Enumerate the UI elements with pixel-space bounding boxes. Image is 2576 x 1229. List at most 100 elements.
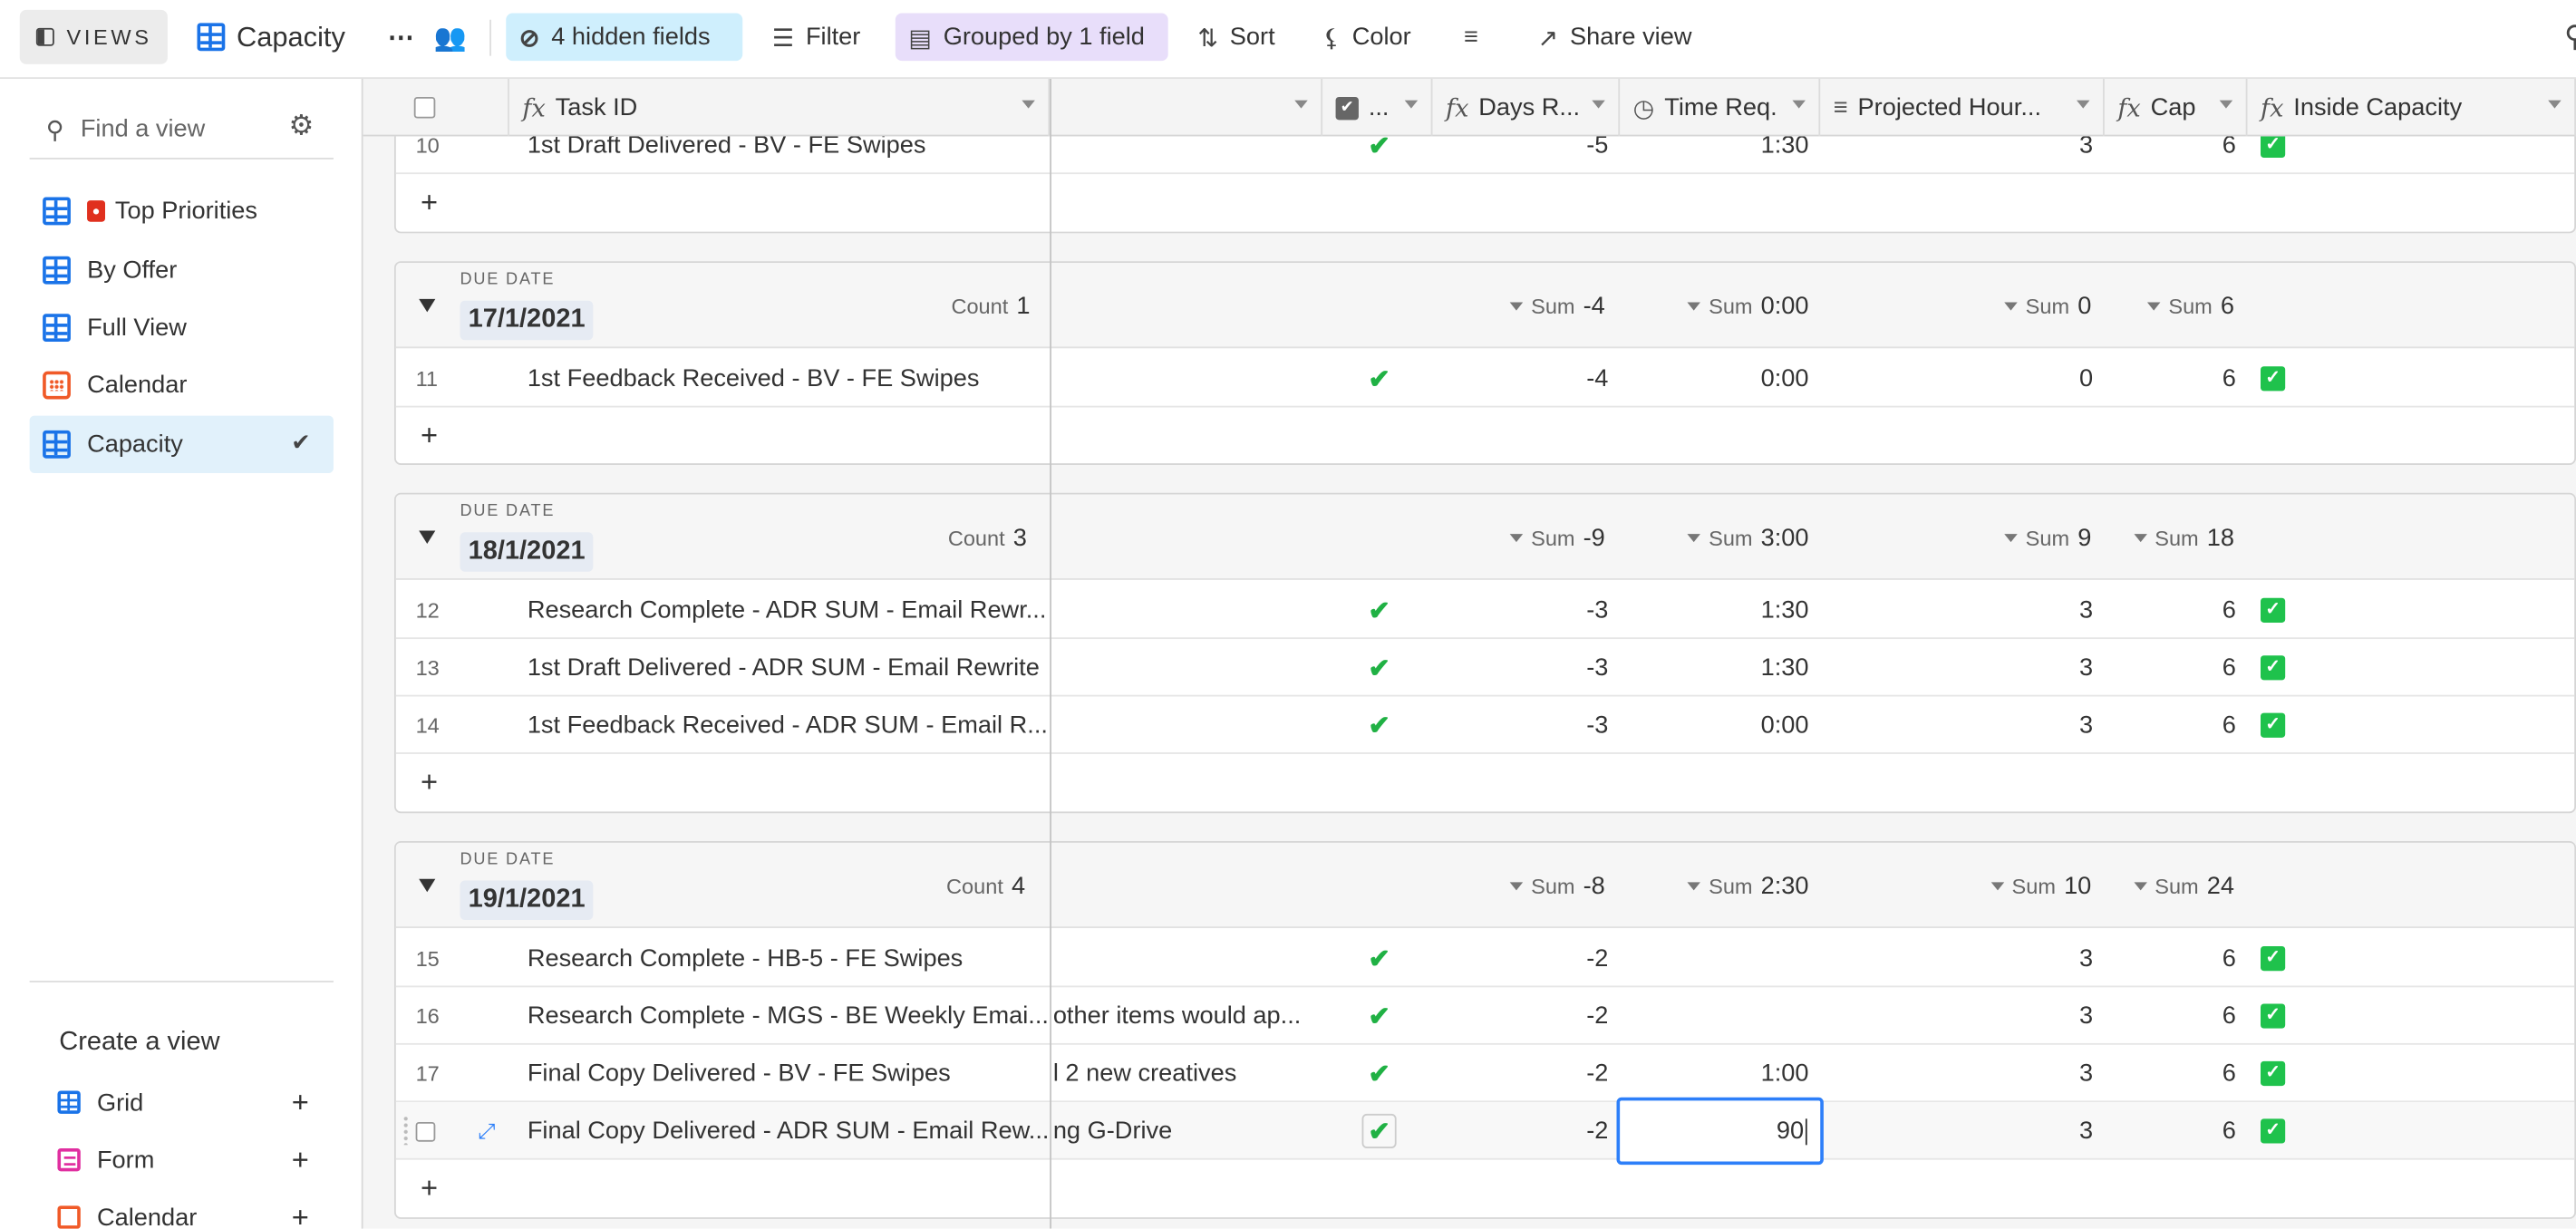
task-id-cell[interactable]: 1st Draft Delivered - ADR SUM - Email Re…: [528, 639, 1050, 696]
task-id-cell[interactable]: Research Complete - MGS - BE Weekly Emai…: [528, 987, 1050, 1044]
color-button[interactable]: ⚸ Color: [1310, 14, 1425, 62]
collapse-triangle-icon[interactable]: [419, 298, 436, 313]
sum-time[interactable]: Sum 2:30: [1674, 872, 1809, 900]
time-req-cell[interactable]: 1:00: [1622, 1045, 1822, 1102]
task-id-cell[interactable]: Final Copy Delivered - ADR SUM - Email R…: [528, 1102, 1050, 1159]
chevron-down-icon[interactable]: [1792, 100, 1806, 109]
days-remaining-cell[interactable]: -2: [1434, 1045, 1622, 1102]
sidebar-item-full-view[interactable]: Full View: [30, 299, 334, 356]
cap-cell[interactable]: 6: [2106, 930, 2250, 987]
expand-record-button[interactable]: ⤢: [478, 1102, 510, 1159]
time-req-cell[interactable]: 1:30: [1622, 639, 1822, 696]
group-header[interactable]: DUE DATE 18/1/2021 Count 3 Sum -9 Sum 3:00 …: [395, 494, 2575, 580]
row-checkbox[interactable]: [415, 1121, 436, 1141]
inside-capacity-cell[interactable]: ✓: [2261, 930, 2327, 987]
frozen-column-divider[interactable]: [1050, 79, 1051, 1229]
done-cell[interactable]: ✔: [1324, 930, 1434, 987]
task-id-cell[interactable]: Research Complete - HB-5 - FE Swipes: [528, 930, 1050, 987]
select-all-checkbox[interactable]: [413, 96, 436, 119]
time-req-cell[interactable]: 0:00: [1622, 350, 1822, 407]
table-row[interactable]: 14 1st Feedback Received - ADR SUM - Ema…: [395, 697, 2575, 754]
cap-cell[interactable]: 6: [2106, 639, 2250, 696]
plus-icon[interactable]: +: [421, 408, 438, 464]
chevron-down-icon[interactable]: [1022, 100, 1035, 109]
chevron-down-icon[interactable]: [2219, 100, 2233, 109]
days-remaining-cell[interactable]: -3: [1434, 639, 1622, 696]
column-header-notes[interactable]: [1051, 79, 1323, 137]
cap-cell[interactable]: 6: [2106, 987, 2250, 1044]
add-row[interactable]: +: [396, 1160, 2574, 1217]
projected-hours-cell[interactable]: 3: [1822, 1102, 2106, 1159]
plus-icon[interactable]: +: [421, 174, 438, 231]
sum-cap[interactable]: Sum 24: [2127, 872, 2234, 900]
done-cell[interactable]: ✔: [1324, 1045, 1434, 1102]
notes-cell[interactable]: l 2 new creatives: [1053, 1045, 1324, 1102]
plus-icon[interactable]: +: [421, 1160, 438, 1217]
column-header-projected-hours[interactable]: ≡ Projected Hour...: [1820, 79, 2105, 137]
sort-button[interactable]: ⇅ Sort: [1185, 14, 1288, 62]
column-header-inside-capacity[interactable]: fx Inside Capacity: [2248, 79, 2576, 137]
projected-hours-cell[interactable]: 3: [1822, 639, 2106, 696]
add-row[interactable]: +: [396, 408, 2574, 464]
drag-handle-icon[interactable]: [402, 1115, 410, 1146]
group-button[interactable]: ▤ Grouped by 1 field: [895, 13, 1168, 62]
sum-days[interactable]: Sum -9: [1506, 524, 1605, 552]
views-toggle-button[interactable]: VIEWS: [19, 9, 168, 64]
chevron-down-icon[interactable]: [1592, 100, 1605, 109]
sum-projected[interactable]: Sum 10: [1983, 872, 2091, 900]
column-header-days-remaining[interactable]: fx Days R...: [1433, 79, 1621, 137]
projected-hours-cell[interactable]: 3: [1822, 1045, 2106, 1102]
cap-cell[interactable]: 6: [2106, 582, 2250, 639]
sum-projected[interactable]: Sum 9: [1996, 524, 2091, 552]
time-req-cell[interactable]: 0:00: [1622, 697, 1822, 754]
add-row[interactable]: +: [396, 754, 2574, 811]
notes-cell[interactable]: ng G-Drive: [1053, 1102, 1324, 1159]
gear-icon[interactable]: ⚙: [289, 110, 315, 142]
column-header-done[interactable]: ✔ ...: [1322, 79, 1433, 137]
table-row[interactable]: 16 Research Complete - MGS - BE Weekly E…: [395, 987, 2575, 1045]
done-cell[interactable]: ✔: [1324, 1102, 1434, 1159]
projected-hours-cell[interactable]: 0: [1822, 350, 2106, 407]
create-form-view-button[interactable]: Form +: [30, 1135, 334, 1184]
inside-capacity-cell[interactable]: ✓: [2261, 582, 2327, 639]
sum-time[interactable]: Sum 0:00: [1674, 293, 1809, 320]
checkbox[interactable]: ✔: [1361, 1113, 1397, 1148]
time-req-edit-input[interactable]: 90: [1616, 1097, 1824, 1166]
projected-hours-cell[interactable]: 3: [1822, 697, 2106, 754]
chevron-down-icon[interactable]: [1294, 100, 1308, 109]
table-row[interactable]: 13 1st Draft Delivered - ADR SUM - Email…: [395, 639, 2575, 697]
sum-cap[interactable]: Sum 6: [2129, 293, 2234, 320]
sum-days[interactable]: Sum -8: [1506, 872, 1605, 900]
collaborators-button[interactable]: 👥: [421, 14, 479, 62]
sidebar-item-by-offer[interactable]: By Offer: [30, 241, 334, 298]
sum-days[interactable]: Sum -4: [1506, 293, 1605, 320]
sidebar-item-capacity[interactable]: Capacity ✔: [29, 415, 334, 473]
days-remaining-cell[interactable]: -3: [1434, 697, 1622, 754]
projected-hours-cell[interactable]: 3: [1822, 987, 2106, 1044]
chevron-down-icon[interactable]: [2077, 100, 2090, 109]
days-remaining-cell[interactable]: -2: [1434, 1102, 1622, 1159]
task-id-cell[interactable]: Final Copy Delivered - BV - FE Swipes: [528, 1045, 1050, 1102]
cap-cell[interactable]: 6: [2106, 1102, 2250, 1159]
days-remaining-cell[interactable]: -4: [1434, 350, 1622, 407]
time-req-cell[interactable]: [1622, 987, 1822, 1044]
plus-icon[interactable]: +: [421, 754, 438, 811]
days-remaining-cell[interactable]: -2: [1434, 987, 1622, 1044]
days-remaining-cell[interactable]: -3: [1434, 582, 1622, 639]
inside-capacity-cell[interactable]: ✓: [2261, 1045, 2327, 1102]
inside-capacity-cell[interactable]: ✓: [2261, 987, 2327, 1044]
cap-cell[interactable]: 6: [2106, 1045, 2250, 1102]
column-header-task-id[interactable]: fx Task ID: [509, 79, 1051, 137]
view-title[interactable]: Capacity: [184, 14, 358, 62]
group-header[interactable]: DUE DATE 19/1/2021 Count 4 Sum -8 Sum 2:30 …: [395, 842, 2575, 929]
hidden-fields-button[interactable]: ⊘ 4 hidden fields: [506, 13, 743, 62]
done-cell[interactable]: ✔: [1324, 350, 1434, 407]
sidebar-item-top-priorities[interactable]: ● Top Priorities: [30, 182, 334, 239]
cap-cell[interactable]: 6: [2106, 350, 2250, 407]
sum-projected[interactable]: Sum 0: [1996, 293, 2091, 320]
done-cell[interactable]: ✔: [1324, 697, 1434, 754]
chevron-down-icon[interactable]: [2548, 100, 2561, 109]
chevron-down-icon[interactable]: [1404, 100, 1419, 109]
add-row[interactable]: +: [396, 174, 2574, 231]
task-id-cell[interactable]: 1st Feedback Received - BV - FE Swipes: [528, 350, 1050, 407]
